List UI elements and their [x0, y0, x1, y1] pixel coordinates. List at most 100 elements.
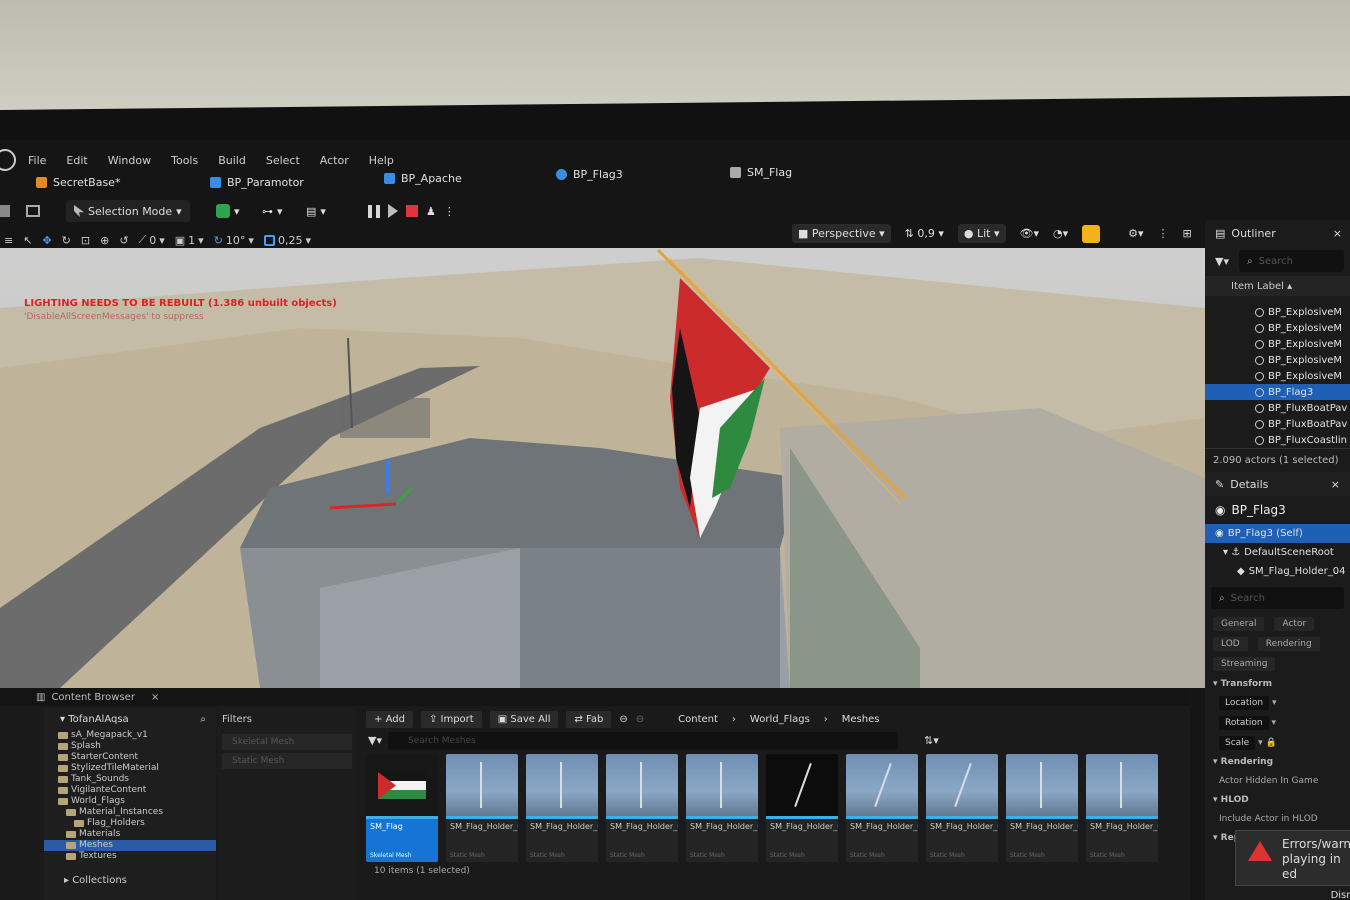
filter-tab-rendering[interactable]: Rendering	[1257, 637, 1320, 651]
asset-tile[interactable]: SM_Flag_Holder_08 Static Mesh	[1086, 754, 1158, 862]
menu-help[interactable]: Help	[369, 154, 394, 167]
asset-tile[interactable]: SM_Flag_Holder_05 Static Mesh	[846, 754, 918, 862]
menu-tools[interactable]: Tools	[171, 154, 198, 167]
prop-scale[interactable]: Scale ▾ 🔒	[1205, 733, 1350, 753]
content-icon[interactable]	[26, 200, 40, 222]
details-search-input[interactable]: ⌕ Search	[1211, 587, 1344, 609]
camera-speed-dropdown[interactable]: ⇅ 0,9 ▾	[905, 227, 944, 240]
content-browser-tab[interactable]: ▥ Content Browser ×	[0, 688, 1190, 706]
filter-tab-actor[interactable]: Actor	[1274, 617, 1315, 631]
world-space-icon[interactable]: ⊕	[100, 234, 109, 247]
frame-skip-icon[interactable]	[388, 204, 398, 218]
sort-icon[interactable]: ⇅▾	[924, 734, 939, 747]
more-options-icon[interactable]: ⋮	[444, 205, 455, 218]
asset-tile[interactable]: SM_Flag_Holder_03 Static Mesh	[686, 754, 758, 862]
add-actor-button[interactable]: ▾	[216, 200, 240, 222]
history-back-icon[interactable]: ⊖	[619, 714, 627, 725]
breadcrumb-content[interactable]: Content	[678, 714, 718, 725]
save-icon[interactable]	[0, 200, 10, 222]
cinematics-button[interactable]: ▤ ▾	[306, 200, 326, 222]
scale-tool-icon[interactable]: ⊡	[81, 234, 90, 247]
folder-item[interactable]: Flag_Holders	[44, 818, 216, 829]
scale-snap[interactable]: 0,25 ▾	[263, 234, 311, 247]
performance-icon[interactable]: ◔▾	[1053, 227, 1068, 240]
tab-bp-apache[interactable]: BP_Apache	[384, 172, 462, 185]
folder-item[interactable]: World_Flags	[44, 796, 216, 807]
fab-button[interactable]: ⇄ Fab	[566, 710, 612, 728]
filter-skeletal-mesh[interactable]: Skeletal Mesh	[222, 734, 352, 750]
asset-tile[interactable]: SM_Flag_Holder_02 Static Mesh	[606, 754, 678, 862]
asset-tile[interactable]: SM_Flag_Holder_06 Static Mesh	[926, 754, 998, 862]
folder-item[interactable]: Materials	[44, 829, 216, 840]
lit-dropdown[interactable]: ● Lit ▾	[957, 224, 1006, 243]
history-forward-icon[interactable]: ⊖	[636, 714, 644, 725]
component-child-row[interactable]: ◆ SM_Flag_Holder_04	[1205, 562, 1350, 581]
outliner-row[interactable]: BP_Flag3	[1205, 384, 1350, 400]
collections-header[interactable]: ▸ Collections	[64, 875, 127, 886]
prop-include-hlod[interactable]: Include Actor in HLOD	[1205, 809, 1350, 829]
filter-icon[interactable]: ▼▾	[1215, 255, 1229, 268]
folder-item[interactable]: sA_Megapack_v1	[44, 730, 216, 741]
rotate-tool-icon[interactable]: ↻	[62, 234, 71, 247]
prop-location[interactable]: Location ▾	[1205, 693, 1350, 713]
close-icon[interactable]: ×	[151, 692, 159, 703]
menu-edit[interactable]: Edit	[66, 154, 87, 167]
tab-bp-paramotor[interactable]: BP_Paramotor	[210, 176, 304, 189]
outliner-row[interactable]: BP_ExplosiveM	[1205, 304, 1350, 320]
prop-rotation[interactable]: Rotation ▾	[1205, 713, 1350, 733]
asset-tile[interactable]: SM_Flag_Holder_00 Static Mesh	[446, 754, 518, 862]
scale-a-snap[interactable]: ▣ 1 ▾	[175, 234, 204, 247]
tab-bp-flag3[interactable]: BP_Flag3	[556, 168, 623, 181]
menu-actor[interactable]: Actor	[320, 154, 349, 167]
component-root-row[interactable]: ▾ ⚓ DefaultSceneRoot	[1205, 543, 1350, 562]
selection-mode-dropdown[interactable]: Selection Mode ▾	[66, 200, 190, 222]
close-icon[interactable]: ×	[1333, 227, 1342, 240]
menu-file[interactable]: File	[28, 154, 46, 167]
folder-item[interactable]: VigilanteContent	[44, 785, 216, 796]
translate-tool-icon[interactable]: ✥	[42, 234, 51, 247]
section-transform[interactable]: ▾ Transform	[1205, 675, 1350, 693]
asset-tile[interactable]: SM_Flag_Holder_01 Static Mesh	[526, 754, 598, 862]
outliner-search-input[interactable]: ⌕ Search	[1238, 250, 1344, 272]
asset-tile[interactable]: SM_Flag_Holder_07 Static Mesh	[1006, 754, 1078, 862]
section-rendering[interactable]: ▾ Rendering	[1205, 753, 1350, 771]
perspective-dropdown[interactable]: ■ Perspective ▾	[792, 224, 891, 243]
asset-tile[interactable]: SM_Flag_Holder_04 Static Mesh	[766, 754, 838, 862]
realtime-toggle-icon[interactable]	[1082, 224, 1101, 243]
filter-icon[interactable]: ▼▾	[368, 734, 382, 747]
prop-actor-hidden[interactable]: Actor Hidden In Game	[1205, 771, 1350, 791]
menu-window[interactable]: Window	[108, 154, 151, 167]
project-root[interactable]: ▾ TofanAlAqsa ⌕	[44, 708, 216, 730]
save-all-button[interactable]: ▣ Save All	[489, 710, 559, 728]
filter-tab-general[interactable]: General	[1213, 617, 1265, 631]
add-button[interactable]: + Add	[366, 710, 413, 728]
surface-snap-icon[interactable]: ↺	[119, 234, 128, 247]
layout-icon[interactable]: ⊞	[1183, 227, 1192, 240]
outliner-row[interactable]: BP_ExplosiveM	[1205, 352, 1350, 368]
dismiss-button[interactable]: Dism	[1282, 888, 1350, 900]
item-label-header[interactable]: Item Label ▴	[1205, 276, 1350, 296]
folder-item[interactable]: StarterContent	[44, 752, 216, 763]
folder-item[interactable]: Tank_Sounds	[44, 774, 216, 785]
menu-build[interactable]: Build	[218, 154, 246, 167]
settings-icon[interactable]: ⚙▾	[1128, 227, 1143, 240]
tab-sm-flag[interactable]: SM_Flag	[730, 166, 792, 179]
outliner-row[interactable]: BP_FluxCoastlin	[1205, 432, 1350, 448]
select-tool-icon[interactable]: ↖	[23, 234, 32, 247]
component-self-row[interactable]: ◉ BP_Flag3 (Self)	[1205, 524, 1350, 543]
folder-item[interactable]: Splash	[44, 741, 216, 752]
outliner-row[interactable]: BP_FluxBoatPav	[1205, 400, 1350, 416]
show-flags-icon[interactable]: 👁▾	[1020, 227, 1040, 240]
unreal-logo-icon[interactable]	[0, 149, 16, 171]
tab-secretbase[interactable]: SecretBase*	[36, 176, 120, 189]
outliner-row[interactable]: BP_ExplosiveM	[1205, 368, 1350, 384]
rotation-snap[interactable]: ↻ 10° ▾	[214, 234, 254, 247]
asset-search-input[interactable]: Search Meshes	[387, 732, 898, 750]
pause-icon[interactable]	[368, 204, 380, 218]
blueprint-menu-button[interactable]: ⊶ ▾	[262, 200, 283, 222]
breadcrumb-world-flags[interactable]: World_Flags	[750, 714, 810, 725]
stop-icon[interactable]	[406, 205, 418, 217]
grid-snap[interactable]: ⟋ 0 ▾	[139, 233, 165, 247]
folder-item[interactable]: Material_Instances	[44, 807, 216, 818]
folder-item[interactable]: Meshes	[44, 840, 216, 851]
